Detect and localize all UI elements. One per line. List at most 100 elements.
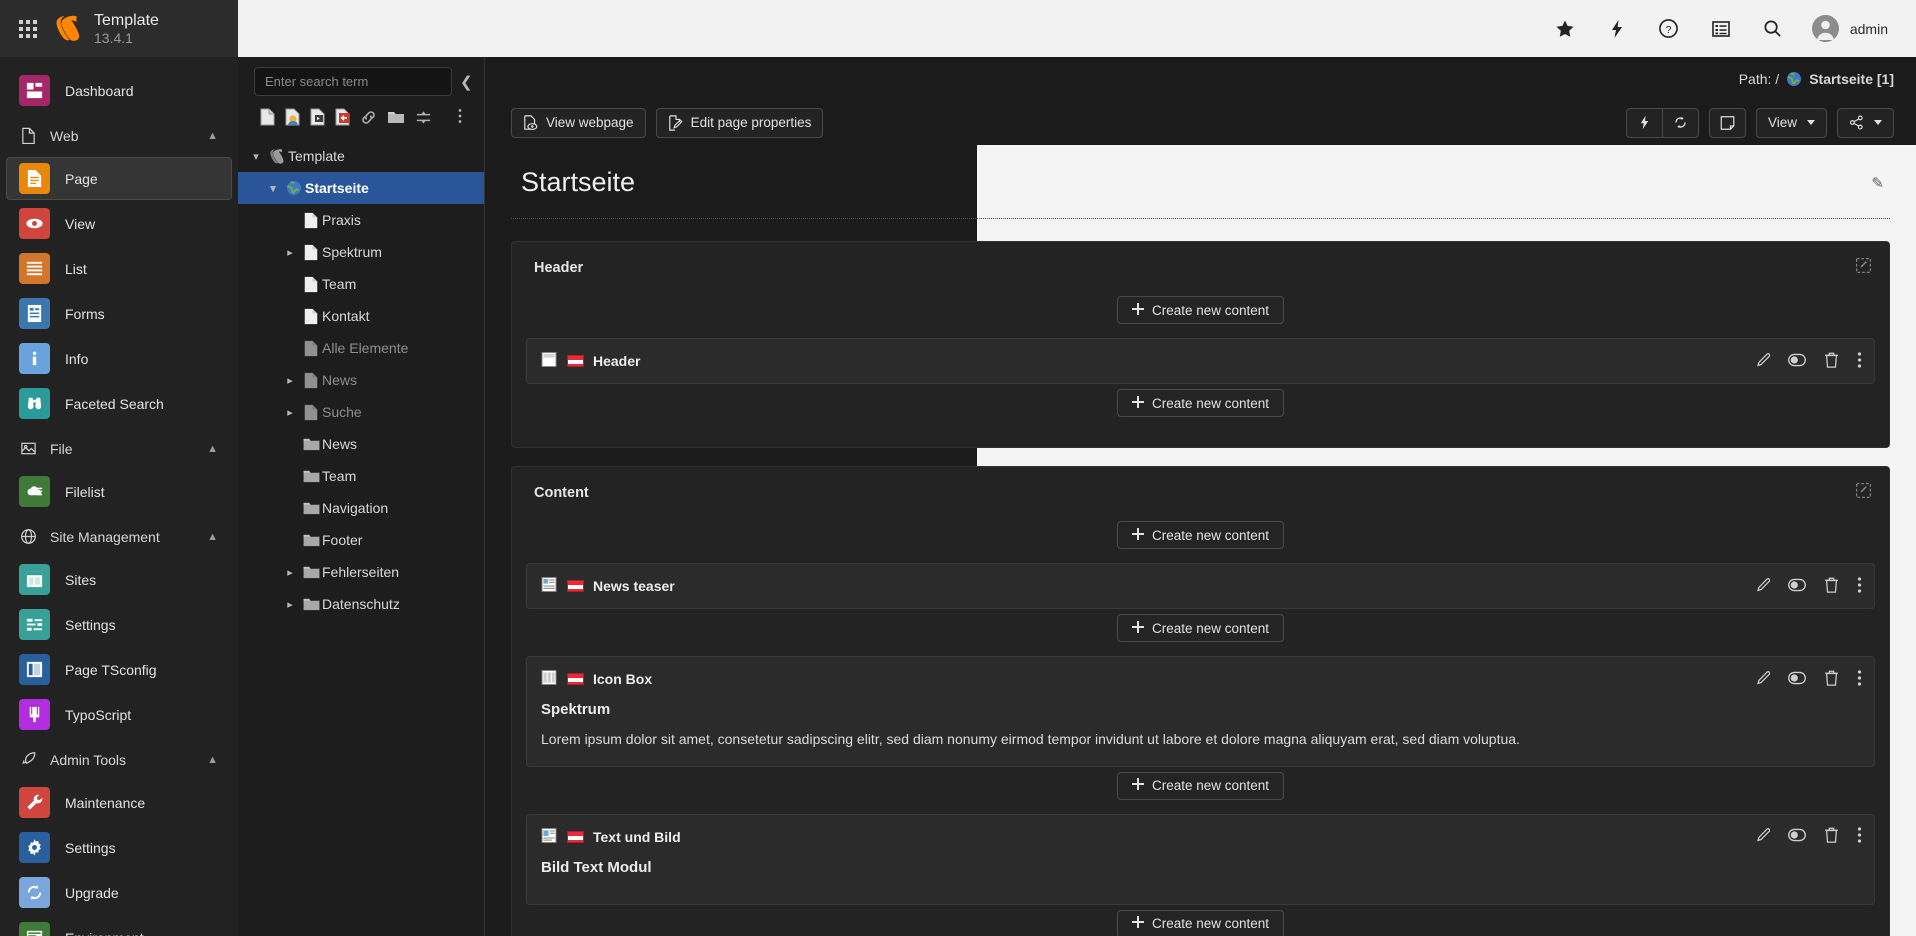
delete-trash-icon[interactable] [1824,827,1839,846]
new-folder-icon[interactable] [387,107,405,127]
chevron-down-icon[interactable]: ▾ [263,182,283,195]
edit-page-properties-button[interactable]: Edit page properties [655,107,824,138]
create-new-content-button[interactable]: Create new content [1116,521,1285,549]
search-icon[interactable] [1760,16,1786,42]
help-icon[interactable]: ? [1656,16,1682,42]
create-new-content-button[interactable]: Create new content [1116,614,1285,642]
sidebar-group-web[interactable]: Web ▲ [0,114,238,155]
pagetree-node[interactable]: ▸ Datenschutz [238,588,484,620]
hide-toggle-icon[interactable] [1788,671,1806,688]
chevron-right-icon[interactable]: ▸ [280,566,300,579]
create-new-content-button[interactable]: Create new content [1116,771,1285,800]
edit-column-icon[interactable] [1856,483,1871,502]
create-new-content-button[interactable]: Create new content [1116,909,1285,936]
chevron-right-icon[interactable]: ▸ [280,406,300,419]
sidebar-item-filelist[interactable]: Filelist [6,470,232,513]
sidebar-item-dashboard[interactable]: Dashboard [6,69,232,112]
view-webpage-button[interactable]: View webpage [511,107,646,138]
more-options-icon[interactable]: ⋮ [452,109,478,124]
sidebar-item-upgrade[interactable]: Upgrade [6,871,232,914]
hide-toggle-icon[interactable] [1788,828,1806,845]
content-element[interactable]: Header [526,338,1875,384]
create-new-content-button[interactable]: Create new content [1116,296,1285,324]
modules-grid-icon[interactable] [0,19,56,38]
pagetree-node[interactable]: ▸ Fehlerseiten [238,556,484,588]
star-icon[interactable] [1552,16,1578,42]
pagetree-node[interactable]: Praxis [238,204,484,236]
pagetree-node[interactable]: ▾ Template [238,140,484,172]
sidebar-item-page[interactable]: Page [6,157,232,200]
delete-trash-icon[interactable] [1824,670,1839,689]
sidebar-item-settings[interactable]: Settings [6,603,232,646]
list-icon[interactable] [1708,16,1734,42]
content-element[interactable]: News teaser [526,563,1875,609]
sidebar-item-faceted-search[interactable]: Faceted Search [6,382,232,425]
sidebar-item-list[interactable]: List [6,247,232,290]
edit-pencil-icon[interactable]: ✎ [1871,174,1890,192]
view-mode-dropdown[interactable]: View [1755,107,1827,138]
binoculars-icon [19,388,50,419]
sort-icon[interactable] [415,107,432,127]
pagetree-node[interactable]: Team [238,268,484,300]
chevron-right-icon[interactable]: ▸ [280,374,300,387]
chevron-right-icon[interactable]: ▸ [280,246,300,259]
sidebar-item-typoscript[interactable]: TypoScript [6,693,232,736]
bolt-icon[interactable] [1604,16,1630,42]
chevron-right-icon[interactable]: ▸ [280,598,300,611]
pagetree-node[interactable]: Navigation [238,492,484,524]
sidebar-item-sites[interactable]: Sites [6,558,232,601]
chevron-left-icon[interactable]: ❮ [460,73,473,91]
user-menu[interactable]: admin [1811,15,1888,42]
more-options-icon[interactable] [1857,351,1862,372]
sidebar-item-environment[interactable]: Environment [6,916,232,936]
more-options-icon[interactable] [1857,669,1862,690]
share-dropdown[interactable] [1837,107,1894,138]
typo3-logo-block[interactable]: Template 13.4.1 [56,11,159,47]
sidebar-item-forms[interactable]: Forms [6,292,232,335]
sidebar-item-label: Page TSconfig [65,661,157,678]
reload-button[interactable] [1661,107,1699,138]
hide-toggle-icon[interactable] [1788,353,1806,370]
edit-pencil-icon[interactable] [1754,577,1771,596]
pagetree-node[interactable]: News [238,428,484,460]
sidebar-item-settings[interactable]: Settings [6,826,232,869]
pagetree-node[interactable]: ▸ Spektrum [238,236,484,268]
sidebar-item-maintenance[interactable]: Maintenance [6,781,232,824]
pagetree-search-input[interactable] [254,67,452,96]
sidebar-item-info[interactable]: Info [6,337,232,380]
delete-trash-icon[interactable] [1824,577,1839,596]
sidebar-group-admin-tools[interactable]: Admin Tools ▲ [0,738,238,779]
page-icon [19,163,50,194]
clear-cache-button[interactable] [1625,107,1662,138]
content-element[interactable]: Text und Bild Bild Text Modul [526,813,1875,905]
edit-column-icon[interactable] [1856,258,1871,277]
content-element[interactable]: Icon Box Spektrum Lorem ipsum dolor sit a… [526,656,1875,767]
new-page-inside-icon[interactable] [335,107,350,127]
sidebar-group-file[interactable]: File ▲ [0,427,238,468]
pagetree-node[interactable]: ▾ Startseite [238,172,484,204]
edit-pencil-icon[interactable] [1754,352,1771,371]
pagetree-node[interactable]: ▸ News [238,364,484,396]
sidebar-group-site-management[interactable]: Site Management ▲ [0,515,238,556]
pagetree-node[interactable]: Team [238,460,484,492]
page-notes-button[interactable] [1708,107,1746,138]
create-new-content-button[interactable]: Create new content [1116,389,1285,417]
sidebar-item-view[interactable]: View [6,202,232,245]
delete-trash-icon[interactable] [1824,352,1839,371]
more-options-icon[interactable] [1857,826,1862,847]
hide-toggle-icon[interactable] [1788,578,1806,595]
pagetree-node[interactable]: Alle Elemente [238,332,484,364]
content-columns: Header Create new content Header Create … [511,241,1890,936]
edit-pencil-icon[interactable] [1754,670,1771,689]
link-icon[interactable] [360,107,377,127]
sidebar-item-page-tsconfig[interactable]: Page TSconfig [6,648,232,691]
new-page-after-icon[interactable] [310,107,325,127]
edit-pencil-icon[interactable] [1754,827,1771,846]
pagetree-node[interactable]: Footer [238,524,484,556]
new-page-icon[interactable] [260,107,275,127]
new-page-in-icon[interactable] [285,107,300,127]
more-options-icon[interactable] [1857,576,1862,597]
pagetree-node[interactable]: ▸ Suche [238,396,484,428]
pagetree-node[interactable]: Kontakt [238,300,484,332]
chevron-down-icon[interactable]: ▾ [246,150,266,163]
